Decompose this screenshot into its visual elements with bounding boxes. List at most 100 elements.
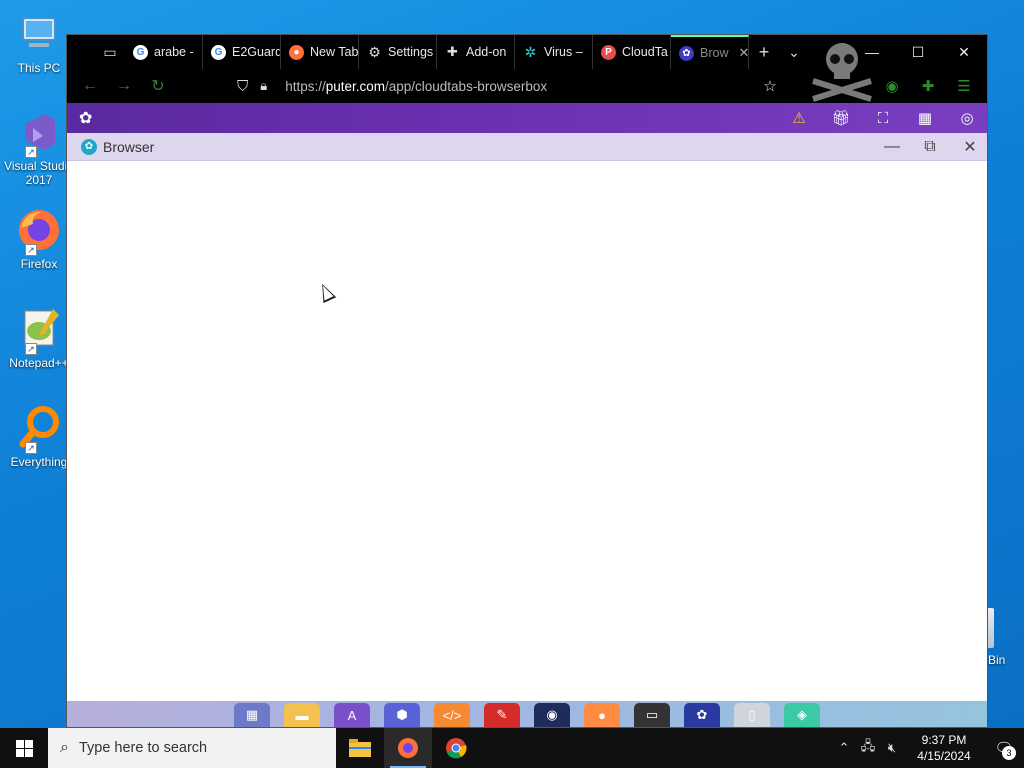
windows-logo-icon [15,739,33,757]
mouse-cursor-icon [315,280,337,304]
url-bar[interactable]: ⛉ 🔒︎ https://puter.com/app/cloudtabs-bro… [237,69,547,103]
firefox-icon: ↗ [15,206,63,256]
desktop-icon-this-pc[interactable]: This PC [2,10,76,75]
notifications-button[interactable]: 🗨︎ 3 [984,728,1024,768]
tab-groups-icon[interactable]: ▭ [95,35,125,69]
desktop-icon-label: This PC [17,61,61,75]
fullscreen-icon[interactable]: ⛶ [866,103,900,133]
desktop-icon-visual-studio[interactable]: ↗ Visual Studio 2017 [2,108,76,187]
terminal-app-icon[interactable]: ▭ [634,703,670,727]
desktop-icon-everything[interactable]: ↗ Everything [2,404,76,469]
recorder-app-icon[interactable]: ● [584,703,620,727]
desktop-icon-label: Everything [10,455,68,469]
bookmark-star-icon[interactable]: ☆ [753,69,787,103]
tab-label: Settings [388,45,434,59]
taskbar-chrome[interactable] [432,728,480,768]
url-text[interactable]: https://puter.com/app/cloudtabs-browserb… [285,79,547,94]
url-host: puter.com [325,78,385,94]
minimize-app-icon[interactable]: — [873,133,911,161]
puter-dock: ▦ ▬ A ⬢ </> ✎ ◉ ● ▭ ✿ ▯ ◈ [67,701,987,727]
code-app-icon[interactable]: </> [434,703,470,727]
shortcut-arrow-icon: ↗ [25,146,37,158]
warning-icon[interactable]: ⚠ [782,103,816,133]
tab-label: E2Guard [232,45,281,59]
virustotal-icon: ✲ [524,43,537,60]
tab-label: New Tab [310,45,359,59]
puter-toolbar: ✿ ⚠ 🎁︎ ⛶ ▦ ◎ [67,103,987,133]
desktop-icon-label: Firefox [20,257,58,271]
clock-date: 4/15/2024 [917,749,971,763]
gift-icon[interactable]: 🎁︎ [824,103,858,133]
trash-app-icon[interactable]: ▯ [734,703,770,727]
back-icon[interactable]: ← [73,69,107,103]
volume-muted-icon[interactable]: 🔇︎ [880,728,904,768]
tab-settings[interactable]: ⚙ Settings [359,35,437,69]
tab-virustotal[interactable]: ✲ Virus – [515,35,593,69]
tab-label: Add-on [466,45,507,59]
tab-label: arabe - [154,45,194,59]
app-launcher-icon[interactable]: ▦ [234,703,270,727]
camera-app-icon[interactable]: ◉ [534,703,570,727]
user-icon[interactable]: ◎ [950,103,984,133]
skull-crossbones-icon [807,37,877,103]
chevron-down-icon[interactable]: ⌄ [779,35,809,69]
notification-badge: 3 [1002,746,1016,760]
cube-app-icon[interactable]: ⬢ [384,703,420,727]
app-window-title: Browser [103,138,155,155]
map-app-icon[interactable]: ◈ [784,703,820,727]
chevron-up-icon[interactable]: ⌃ [832,728,856,768]
taskbar: ⌕ Type here to search ⌃ 🖧︎ 🔇︎ 9:37 PM 4/… [0,728,1024,768]
maximize-window-icon[interactable]: ☐ [895,35,941,69]
tab-new-tab[interactable]: ● New Tab [281,35,359,69]
desktop-icon-firefox[interactable]: ↗ Firefox [2,206,76,271]
account-icon[interactable]: ◉ [875,69,909,103]
editor-app-icon[interactable]: A [334,703,370,727]
desktop-icon-notepadpp[interactable]: ↗ Notepad++ [2,305,76,370]
qr-code-icon[interactable]: ▦ [908,103,942,133]
close-tab-icon[interactable]: ✕ [738,45,748,61]
google-icon: G [133,44,148,60]
lock-icon[interactable]: 🔒︎ [260,78,267,94]
folder-icon [349,739,371,757]
tab-label: Brow [700,46,729,60]
shortcut-arrow-icon: ↗ [25,343,37,355]
start-button[interactable] [0,728,48,768]
menu-icon[interactable]: ☰ [947,69,981,103]
tab-label: CloudTa [622,45,668,59]
extensions-icon[interactable]: ✚ [911,69,945,103]
puzzle-icon: ✚ [447,44,458,59]
navigation-bar: ← → ↻ ⛉ 🔒︎ https://puter.com/app/cloudta… [67,43,987,103]
tab-e2guard[interactable]: G E2Guard [203,35,281,69]
tab-browser[interactable]: ✿ Brow ✕ [671,35,749,69]
clock-time: 9:37 PM [921,733,967,747]
app-window-titlebar[interactable]: ✿ Browser — ⧉ ✕ [67,133,987,161]
tab-addons[interactable]: ✚ Add-on [437,35,515,69]
close-window-icon[interactable]: ✕ [941,35,987,69]
reload-icon[interactable]: ↻ [141,69,175,103]
folder-icon[interactable]: ▬ [284,703,320,727]
forward-icon[interactable]: → [107,69,141,103]
search-icon: ⌕ [60,739,69,756]
puter-app-icon[interactable]: ✿ [684,703,720,727]
close-app-icon[interactable]: ✕ [951,133,989,161]
cloudtabs-icon: P [601,44,616,60]
taskbar-firefox[interactable] [384,728,432,768]
puter-logo-icon[interactable]: ✿ [79,108,92,128]
shield-icon[interactable]: ⛉ [237,78,248,95]
notepadpp-icon: ↗ [15,305,63,355]
tab-cloudtabs[interactable]: P CloudTa [593,35,671,69]
taskbar-file-explorer[interactable] [336,728,384,768]
shortcut-arrow-icon: ↗ [25,442,37,454]
app-content-area[interactable] [67,161,987,701]
desktop-icon-label: Visual Studio 2017 [4,159,74,187]
tab-arabe[interactable]: G arabe - [125,35,203,69]
network-icon[interactable]: 🖧︎ [856,728,880,768]
new-tab-icon[interactable]: + [749,35,779,69]
red-app-icon[interactable]: ✎ [484,703,520,727]
taskbar-search[interactable]: ⌕ Type here to search [48,728,336,768]
desktop-icon-label: Notepad++ [9,356,69,370]
clock[interactable]: 9:37 PM 4/15/2024 [904,732,984,764]
tab-label: Virus – [544,45,583,59]
shortcut-arrow-icon: ↗ [25,244,37,256]
restore-app-icon[interactable]: ⧉ [911,133,949,161]
